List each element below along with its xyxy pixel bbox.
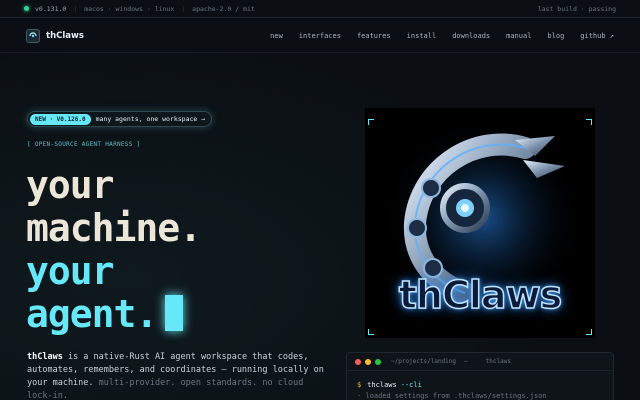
status-bar: v0.131.0 | macos · windows · linux | apa…	[0, 0, 640, 18]
terminal-command-line: $ thclaws --cli	[357, 380, 603, 391]
release-announcement-link[interactable]: NEW · V0.126.0 many agents, one workspac…	[27, 111, 213, 127]
terminal-app-name: thclaws	[485, 358, 511, 365]
maximize-dot-icon[interactable]	[375, 358, 381, 365]
license-label: apache-2.0 / mit	[192, 4, 255, 13]
terminal-body: $ thclaws --cli · loaded settings from .th…	[347, 371, 613, 400]
nav-link-new[interactable]: new	[270, 32, 283, 40]
nav-links: new interfaces features install download…	[270, 32, 614, 40]
tagline: [ OPEN-SOURCE AGENT HARNESS ]	[27, 141, 141, 148]
nav-link-features[interactable]: features	[357, 32, 391, 40]
brand-name: thClaws	[46, 30, 84, 41]
top-nav: thClaws new interfaces features install …	[0, 19, 640, 53]
terminal-flag: --cli	[400, 381, 422, 389]
terminal-command: thclaws	[367, 381, 397, 389]
nav-link-blog[interactable]: blog	[547, 32, 564, 40]
terminal-window: ~/projects/landing — thclaws $ thclaws --c…	[346, 352, 614, 400]
build-status: last build · passing	[537, 4, 616, 13]
brand-link[interactable]: thClaws	[26, 28, 84, 43]
claw-logo-icon	[26, 28, 40, 43]
nav-link-interfaces[interactable]: interfaces	[299, 32, 341, 40]
announcement-text: many agents, one workspace →	[95, 115, 206, 123]
desc-brand: thClaws	[27, 352, 63, 362]
terminal-titlebar: ~/projects/landing — thclaws	[347, 353, 613, 371]
hero-headline: your machine. your agent.	[26, 163, 202, 336]
nav-link-github[interactable]: github ↗	[580, 32, 614, 40]
separator: |	[73, 4, 78, 13]
hero-artwork: thClaws	[365, 108, 595, 338]
headline-line-2: machine.	[26, 206, 202, 250]
headline-line-4: agent.	[26, 292, 158, 336]
hero-wordmark: thClaws	[398, 272, 563, 318]
headline-line-1: your	[26, 163, 115, 207]
platforms-label: macos · windows · linux	[84, 4, 175, 13]
terminal-path: ~/projects/landing	[391, 358, 457, 365]
headline-line-3: your	[26, 249, 115, 293]
terminal-title-separator: —	[464, 358, 468, 365]
nav-link-manual[interactable]: manual	[506, 32, 531, 40]
headline-line-4-wrap: agent.	[26, 293, 201, 336]
nav-link-install[interactable]: install	[407, 32, 437, 40]
new-version-badge: NEW · V0.126.0	[30, 113, 91, 125]
close-dot-icon[interactable]	[355, 358, 361, 365]
landing-page: v0.131.0 | macos · windows · linux | apa…	[0, 0, 640, 400]
terminal-output: · loaded settings from .thclaws/settings…	[357, 392, 547, 400]
hero-description: thClaws is a native-Rust AI agent worksp…	[27, 351, 327, 400]
nav-link-downloads[interactable]: downloads	[452, 32, 490, 40]
separator: |	[181, 4, 186, 13]
blinking-cursor	[165, 295, 184, 331]
version-label: v0.131.0	[35, 4, 67, 13]
status-dot-icon	[24, 6, 29, 11]
minimize-dot-icon[interactable]	[365, 358, 371, 365]
terminal-prompt: $	[357, 381, 362, 389]
